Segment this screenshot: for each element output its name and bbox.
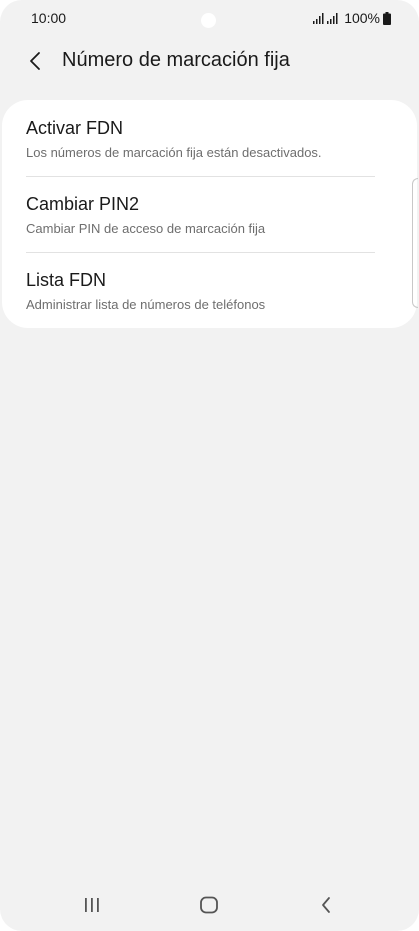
signal-icon bbox=[313, 13, 324, 24]
recent-apps-button[interactable] bbox=[72, 890, 112, 920]
menu-item-subtitle: Administrar lista de números de teléfono… bbox=[26, 297, 266, 312]
camera-cutout bbox=[201, 13, 216, 28]
recent-apps-icon bbox=[85, 898, 99, 912]
status-bar: 10:00 100% bbox=[0, 0, 419, 38]
menu-item-title: Lista FDN bbox=[26, 270, 107, 290]
back-icon bbox=[322, 897, 330, 913]
navigation-bar bbox=[0, 880, 419, 930]
chevron-left-icon bbox=[30, 52, 40, 70]
menu-item-subtitle: Los números de marcación fija están desa… bbox=[26, 145, 322, 160]
page-title: Número de marcación fija bbox=[62, 49, 290, 71]
status-indicators: 100% bbox=[313, 10, 391, 26]
menu-item-activar-fdn[interactable]: Activar FDN Los números de marcación fij… bbox=[26, 100, 386, 176]
battery-percent: 100% bbox=[344, 10, 380, 26]
back-button[interactable] bbox=[20, 46, 50, 76]
menu-item-title: Cambiar PIN2 bbox=[26, 194, 140, 214]
menu-item-lista-fdn[interactable]: Lista FDN Administrar lista de números d… bbox=[26, 252, 386, 328]
menu-item-cambiar-pin2[interactable]: Cambiar PIN2 Cambiar PIN de acceso de ma… bbox=[26, 176, 386, 252]
status-time: 10:00 bbox=[31, 10, 67, 26]
home-icon bbox=[200, 896, 218, 914]
settings-card: Activar FDN Los números de marcación fij… bbox=[2, 100, 417, 328]
signal-icon bbox=[327, 13, 338, 24]
battery-icon bbox=[383, 11, 391, 25]
menu-item-subtitle: Cambiar PIN de acceso de marcación fija bbox=[26, 221, 266, 236]
header: Número de marcación fija bbox=[0, 40, 419, 82]
menu-item-title: Activar FDN bbox=[26, 118, 124, 138]
home-button[interactable] bbox=[189, 890, 229, 920]
phone-screen: 10:00 100% Número de marcación fija Acti… bbox=[0, 0, 419, 931]
nav-back-button[interactable] bbox=[306, 890, 346, 920]
scroll-indicator[interactable] bbox=[412, 178, 418, 308]
